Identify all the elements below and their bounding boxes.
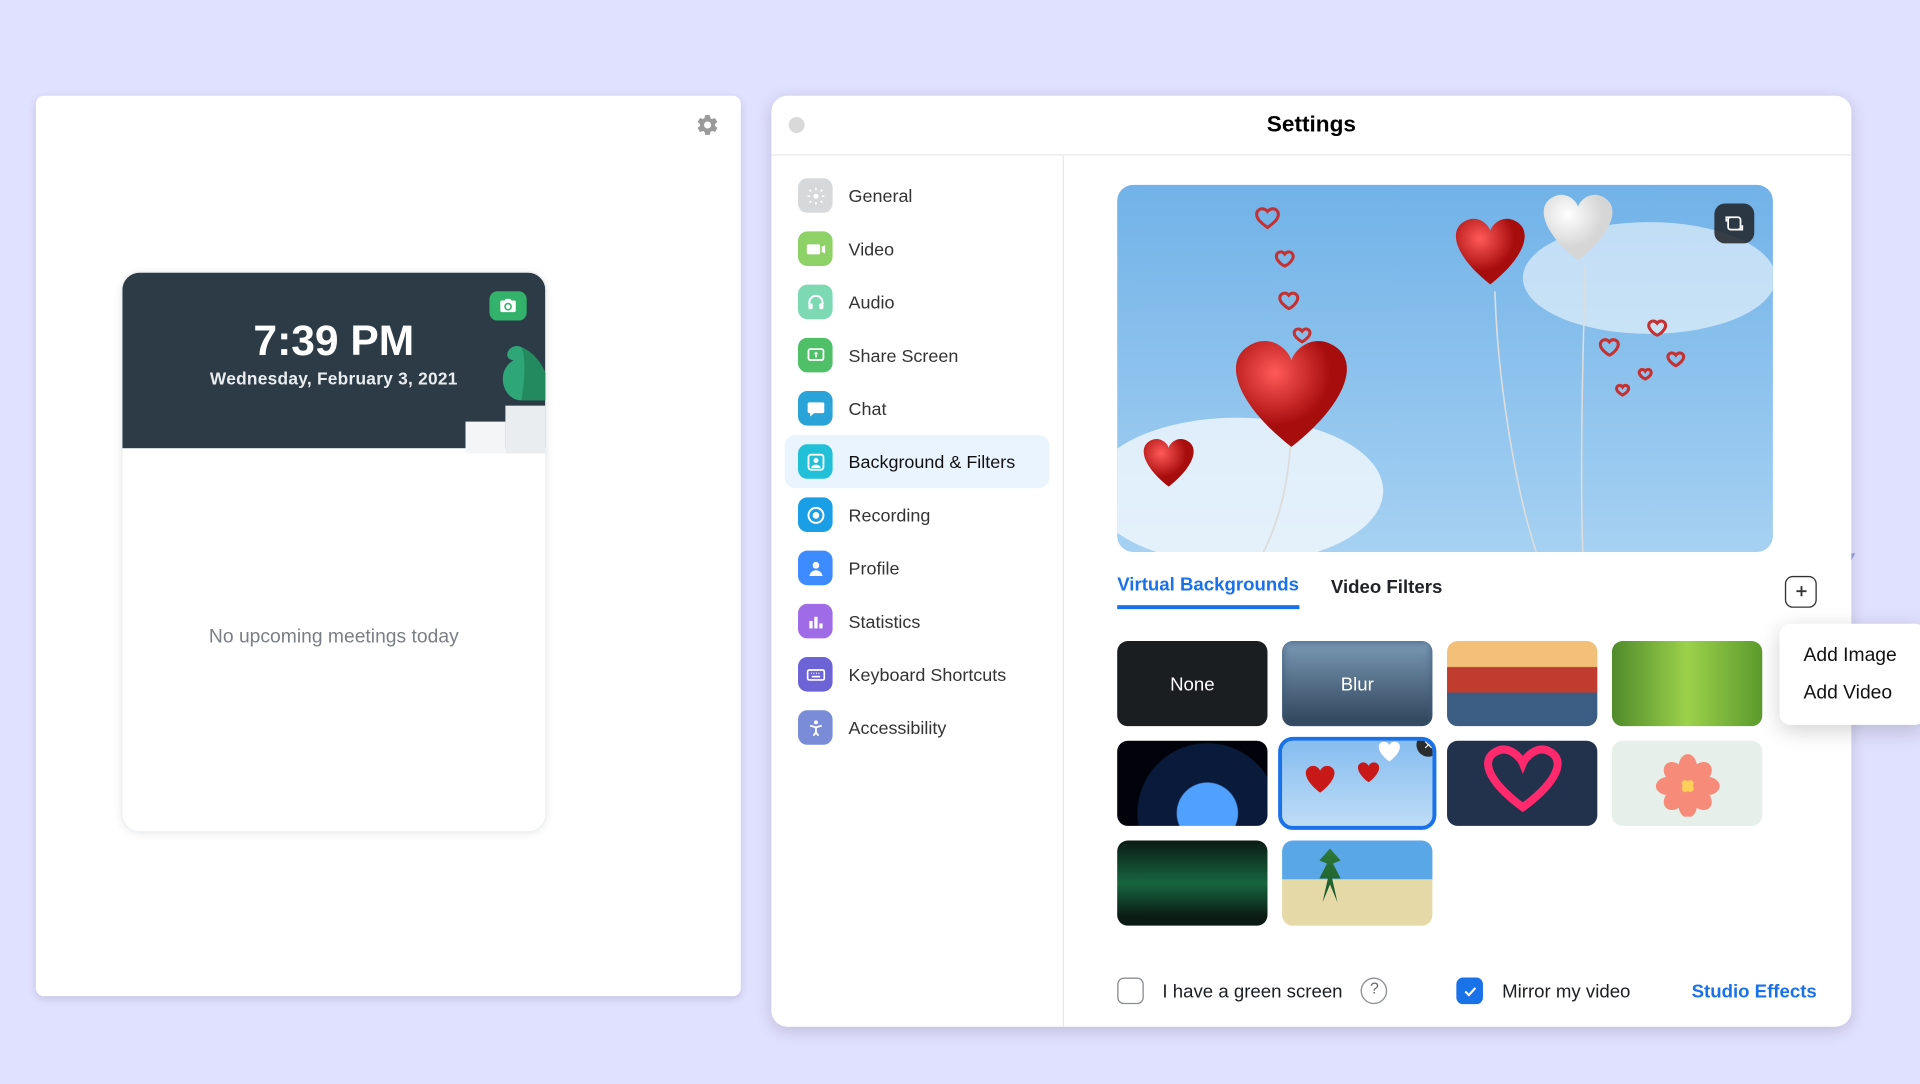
plus-icon — [1792, 583, 1809, 600]
dropdown-add-image[interactable]: Add Image — [1780, 636, 1920, 673]
sidebar-item-label: Background & Filters — [849, 452, 1016, 472]
video-icon — [798, 231, 833, 266]
sidebar-item-label: Recording — [849, 505, 931, 525]
sidebar-item-label: Chat — [849, 398, 887, 418]
sidebar-item-keyboard-shortcuts[interactable]: Keyboard Shortcuts — [785, 648, 1050, 701]
green-screen-help-icon[interactable]: ? — [1361, 978, 1388, 1005]
keyboard-icon — [798, 657, 833, 692]
thumb-flower[interactable] — [1612, 741, 1762, 826]
gear-icon — [696, 113, 720, 137]
content-panel: Virtual Backgrounds Video Filters None B… — [1064, 156, 1851, 1027]
video-preview — [1117, 185, 1773, 552]
sidebar-item-share-screen[interactable]: Share Screen — [785, 329, 1050, 382]
settings-gear-button[interactable] — [696, 113, 720, 137]
sidebar-item-label: Profile — [849, 558, 900, 578]
preview-artwork — [1117, 185, 1773, 552]
sidebar-item-label: Statistics — [849, 611, 921, 631]
sidebar-item-chat[interactable]: Chat — [785, 382, 1050, 435]
sidebar-item-label: General — [849, 186, 913, 206]
home-window: 7:39 PM Wednesday, February 3, 2021 No u… — [36, 96, 741, 996]
card-header: 7:39 PM Wednesday, February 3, 2021 — [122, 273, 545, 449]
sidebar-item-label: Audio — [849, 292, 895, 312]
thumb-golden-gate[interactable] — [1447, 641, 1597, 726]
profile-icon — [798, 551, 833, 586]
tab-virtual-backgrounds[interactable]: Virtual Backgrounds — [1117, 573, 1299, 609]
sidebar-item-general[interactable]: General — [785, 169, 1050, 222]
recording-icon — [798, 497, 833, 532]
sidebar-item-label: Accessibility — [849, 718, 947, 738]
sidebar-item-video[interactable]: Video — [785, 222, 1050, 275]
audio-icon — [798, 285, 833, 320]
check-icon — [1462, 982, 1479, 999]
green-screen-label: I have a green screen — [1162, 980, 1342, 1001]
sidebar-item-profile[interactable]: Profile — [785, 541, 1050, 594]
background-tabs: Virtual Backgrounds Video Filters — [1117, 573, 1817, 609]
thumb-none[interactable]: None — [1117, 641, 1267, 726]
rotate-icon — [1724, 213, 1745, 234]
sidebar-item-accessibility[interactable]: Accessibility — [785, 701, 1050, 754]
sidebar-item-background-filters[interactable]: Background & Filters — [785, 435, 1050, 488]
sidebar-item-label: Video — [849, 239, 895, 259]
sidebar-item-label: Share Screen — [849, 345, 959, 365]
thumb-aurora[interactable] — [1117, 841, 1267, 926]
plant-decor — [463, 334, 547, 454]
camera-icon — [499, 297, 518, 316]
traffic-light-button[interactable] — [789, 117, 805, 133]
sidebar-item-label: Keyboard Shortcuts — [849, 664, 1007, 684]
thumb-label: Blur — [1341, 673, 1374, 694]
thumb-beach[interactable] — [1282, 841, 1432, 926]
sidebar-item-recording[interactable]: Recording — [785, 488, 1050, 541]
background-icon — [798, 444, 833, 479]
add-background-button[interactable] — [1785, 575, 1817, 607]
thumb-label: None — [1170, 673, 1215, 694]
window-title: Settings — [1267, 112, 1356, 139]
mirror-video-checkbox[interactable] — [1457, 978, 1484, 1005]
mirror-video-label: Mirror my video — [1502, 980, 1630, 1001]
share-icon — [798, 338, 833, 373]
background-footer: I have a green screen ? Mirror my video … — [1117, 978, 1817, 1005]
chat-icon — [798, 391, 833, 426]
accessibility-icon — [798, 710, 833, 745]
thumb-blur[interactable]: Blur — [1282, 641, 1432, 726]
rotate-camera-button[interactable] — [1714, 203, 1754, 243]
background-thumbnails: None Blur × — [1117, 641, 1782, 926]
general-icon — [798, 178, 833, 213]
statistics-icon — [798, 604, 833, 639]
settings-window: Settings General Video Audio Share Scree… — [771, 96, 1851, 1027]
thumb-heart-balloons[interactable]: × — [1282, 741, 1432, 826]
dropdown-add-video[interactable]: Add Video — [1780, 674, 1920, 711]
thumb-grass[interactable] — [1612, 641, 1762, 726]
thumb-earth[interactable] — [1117, 741, 1267, 826]
flower-art — [1654, 750, 1721, 817]
thumb-balloons-art — [1282, 741, 1432, 826]
thumb-neon-heart[interactable] — [1447, 741, 1597, 826]
sidebar-item-statistics[interactable]: Statistics — [785, 595, 1050, 648]
no-meetings-label: No upcoming meetings today — [122, 626, 545, 647]
studio-effects-link[interactable]: Studio Effects — [1692, 980, 1817, 1001]
camera-badge[interactable] — [489, 291, 526, 320]
today-card: 7:39 PM Wednesday, February 3, 2021 No u… — [121, 271, 547, 832]
sidebar-item-audio[interactable]: Audio — [785, 275, 1050, 328]
neon-heart-art — [1447, 741, 1597, 826]
green-screen-checkbox[interactable] — [1117, 978, 1144, 1005]
tab-video-filters[interactable]: Video Filters — [1331, 575, 1442, 607]
add-background-dropdown: Add Image Add Video — [1780, 623, 1920, 724]
sidebar: General Video Audio Share Screen Chat Ba… — [771, 156, 1064, 1027]
titlebar: Settings — [771, 96, 1851, 156]
